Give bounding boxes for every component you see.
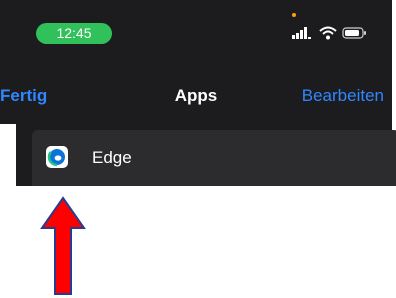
status-bar: 12:45	[0, 0, 392, 62]
navigation-bar: Fertig Apps Bearbeiten	[0, 62, 392, 124]
arrow-up-icon	[40, 196, 86, 295]
app-label-edge: Edge	[92, 148, 132, 167]
apps-list	[16, 124, 396, 186]
edge-icon	[46, 146, 68, 168]
wifi-icon	[319, 26, 337, 40]
signal-icon	[292, 27, 311, 39]
time-pill[interactable]: 12:45	[36, 23, 112, 44]
phone-screen: 12:45 Fertig Apps Bearbeiten	[0, 0, 392, 124]
privacy-indicator-dot	[292, 13, 296, 17]
battery-icon	[342, 27, 366, 39]
list-item-edge[interactable]	[32, 130, 396, 186]
edit-button[interactable]: Bearbeiten	[302, 86, 384, 106]
